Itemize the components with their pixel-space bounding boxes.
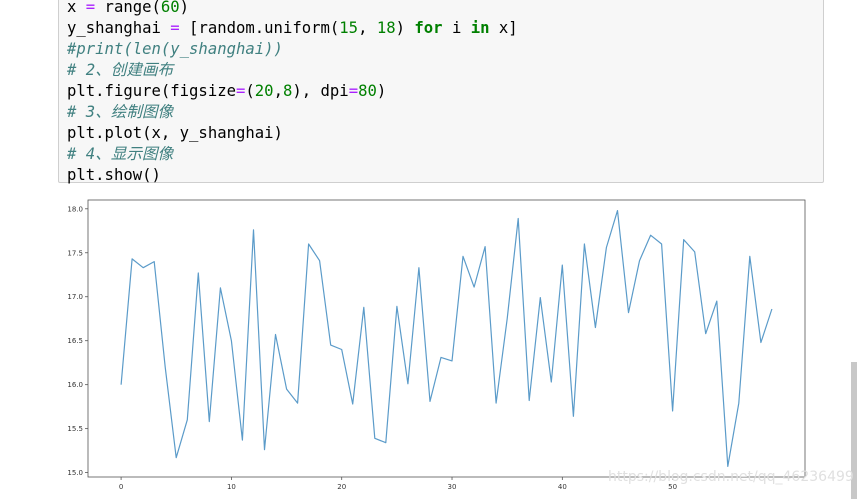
code-token: y_shanghai xyxy=(67,19,171,37)
code-token: 20 xyxy=(254,82,274,100)
code-token: # 4、显示图像 xyxy=(67,145,174,163)
code-token: [random.uniform( xyxy=(179,19,340,37)
y-tick-label: 17.0 xyxy=(67,293,83,301)
code-token: plt.show() xyxy=(67,166,161,184)
code-token: = xyxy=(236,82,246,100)
code-line: # 2、创建画布 xyxy=(67,60,518,81)
code-line: y_shanghai = [random.uniform(15, 18) for… xyxy=(67,18,518,39)
code-line: plt.show() xyxy=(67,165,518,186)
code-line: plt.figure(figsize=(20,8), dpi=80) xyxy=(67,81,518,102)
y-tick-label: 17.5 xyxy=(67,249,83,257)
code-token: , xyxy=(358,19,377,37)
code-line: plt.plot(x, y_shanghai) xyxy=(67,123,518,144)
code-line: # 4、显示图像 xyxy=(67,144,518,165)
x-tick-label: 20 xyxy=(337,483,346,491)
x-tick-label: 0 xyxy=(119,483,123,491)
y-tick-label: 15.5 xyxy=(67,425,83,433)
code-token: = xyxy=(85,0,96,16)
y-tick-label: 16.0 xyxy=(67,381,83,389)
code-token: 80 xyxy=(358,82,377,100)
code-line: # 3、绘制图像 xyxy=(67,102,518,123)
code-editor[interactable]: x = range(60) y_shanghai = [random.unifor… xyxy=(67,0,518,186)
code-token: # 2、创建画布 xyxy=(67,61,174,79)
code-token: x] xyxy=(489,19,518,37)
code-token: 15 xyxy=(339,19,359,37)
code-token: = xyxy=(170,19,180,37)
x-tick-label: 10 xyxy=(227,483,236,491)
code-token: x xyxy=(67,0,86,16)
code-token: plt.figure(figsize xyxy=(67,82,236,100)
watermark: https://blog.csdn.net/qq_46236499 xyxy=(608,469,854,485)
code-token: 60 xyxy=(160,0,180,16)
code-token: ) xyxy=(395,19,415,37)
code-token: for xyxy=(414,19,443,37)
code-token: ) xyxy=(179,0,190,16)
code-cell[interactable]: x = range(60) y_shanghai = [random.unifor… xyxy=(58,0,824,186)
code-token: i xyxy=(442,19,471,37)
code-token: , xyxy=(273,82,283,100)
code-token: 8 xyxy=(282,82,293,100)
code-token: ( xyxy=(245,82,255,100)
code-token: range( xyxy=(95,0,161,16)
line-plot: 15.015.516.016.517.017.518.00 10 20 30 40 50 xyxy=(67,199,806,491)
x-tick-label: 30 xyxy=(448,483,457,491)
code-token: plt.plot(x, y_shanghai) xyxy=(67,124,283,142)
y-tick-label: 15.0 xyxy=(67,469,83,477)
code-token: ), dpi xyxy=(292,82,349,100)
code-token: ) xyxy=(376,82,387,100)
code-token: = xyxy=(348,82,359,100)
code-token: in xyxy=(470,19,490,37)
y-tick-label: 16.5 xyxy=(67,337,83,345)
code-line: #print(len(y_shanghai)) xyxy=(67,39,518,60)
code-token: # 3、绘制图像 xyxy=(67,103,174,121)
y-tick-label: 18.0 xyxy=(67,205,83,213)
code-token: 18 xyxy=(376,19,396,37)
code-token: #print(len(y_shanghai)) xyxy=(67,40,283,58)
plot-area xyxy=(87,199,806,478)
code-line: x = range(60) xyxy=(67,0,518,18)
x-tick-label: 40 xyxy=(558,483,567,491)
